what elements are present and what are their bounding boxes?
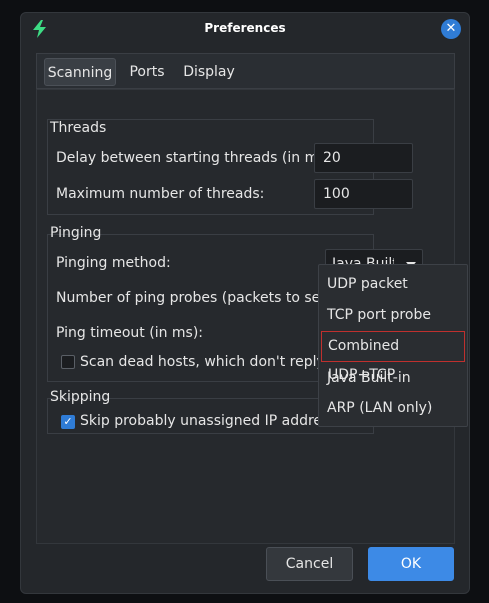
tab-bar: Scanning Ports Display xyxy=(36,53,455,89)
ping-timeout-label: Ping timeout (in ms): xyxy=(56,325,204,341)
dropdown-option-combined-udp-tcp[interactable]: Combined UDP+TCP xyxy=(321,331,465,383)
scan-dead-checkbox[interactable] xyxy=(61,355,75,369)
dropdown-option-java-built-in[interactable]: Java Built-in xyxy=(321,364,465,392)
ok-button[interactable]: OK xyxy=(368,547,454,581)
close-icon[interactable]: ✕ xyxy=(441,19,461,39)
dropdown-option-tcp-port-probe[interactable]: TCP port probe xyxy=(321,301,465,329)
max-threads-input[interactable]: 100 xyxy=(314,179,413,209)
pinging-method-label: Pinging method: xyxy=(56,255,171,271)
pinging-group-title: Pinging xyxy=(50,225,102,241)
threads-group-title: Threads xyxy=(50,120,107,136)
ping-probes-label: Number of ping probes (packets to send): xyxy=(56,290,349,306)
max-threads-label: Maximum number of threads: xyxy=(56,186,265,202)
tab-scanning[interactable]: Scanning xyxy=(44,58,116,86)
window-title: Preferences xyxy=(204,21,286,35)
titlebar: Preferences ✕ xyxy=(21,13,469,47)
tab-display[interactable]: Display xyxy=(177,58,241,86)
dropdown-option-udp-packet[interactable]: UDP packet xyxy=(321,270,465,298)
cancel-button[interactable]: Cancel xyxy=(266,547,353,581)
skip-unassigned-label: Skip probably unassigned IP addresses xyxy=(80,413,325,429)
delay-input[interactable]: 20 xyxy=(314,143,413,173)
skipping-group-title: Skipping xyxy=(50,389,111,405)
pinging-method-dropdown: UDP packet TCP port probe Combined UDP+T… xyxy=(318,264,468,427)
tab-ports[interactable]: Ports xyxy=(119,58,175,86)
scan-dead-label: Scan dead hosts, which don't reply to xyxy=(80,354,344,370)
dropdown-option-arp[interactable]: ARP (LAN only) xyxy=(321,394,465,422)
skip-unassigned-checkbox[interactable]: ✓ xyxy=(61,415,75,429)
delay-label: Delay between starting threads (in ms): xyxy=(56,150,336,166)
